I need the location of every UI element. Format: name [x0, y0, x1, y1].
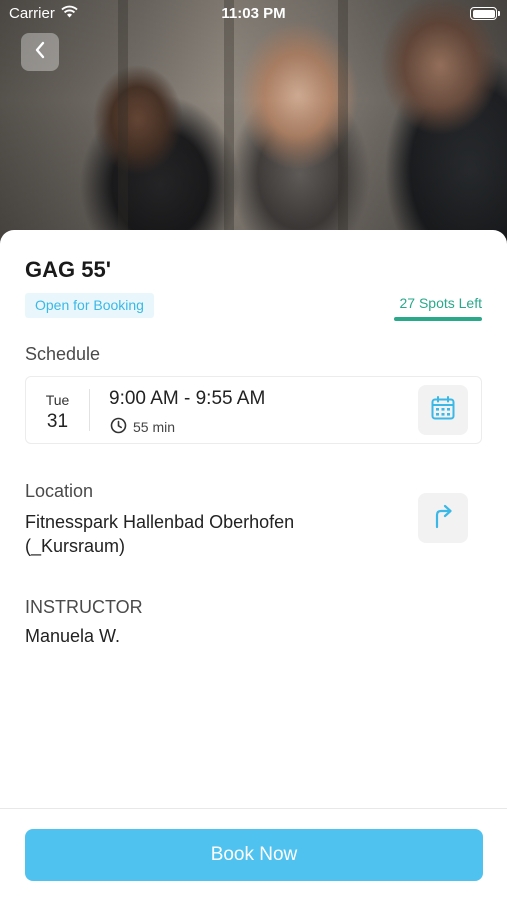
- turn-right-arrow-icon: [431, 503, 455, 534]
- spots-left-indicator: 27 Spots Left: [394, 295, 482, 321]
- schedule-label: Schedule: [25, 344, 101, 364]
- date-block: Tue 31: [26, 377, 89, 443]
- divider: [89, 389, 90, 431]
- add-to-calendar-button[interactable]: [418, 385, 468, 435]
- clock-icon: [110, 417, 127, 437]
- battery-icon: [470, 7, 500, 20]
- instructor-label: INSTRUCTOR: [25, 597, 143, 617]
- day-number: 31: [46, 411, 69, 432]
- location-label: Location: [25, 481, 94, 501]
- photo-detail: [338, 0, 348, 230]
- footer-divider: [0, 808, 507, 809]
- class-details-card: GAG 55' Open for Booking 27 Spots Left S…: [0, 230, 507, 900]
- status-time: 11:03 PM: [221, 5, 286, 22]
- class-title: GAG 55': [25, 257, 111, 282]
- spots-left-label: 27 Spots Left: [399, 295, 482, 311]
- hero-photo: [0, 0, 507, 250]
- instructor-name: Manuela W.: [25, 626, 121, 646]
- photo-detail: [224, 0, 234, 230]
- spots-progress-bar: [394, 317, 482, 321]
- location-name: Fitnesspark Hallenbad Oberhofen (_Kursra…: [25, 512, 295, 556]
- time-range: 9:00 AM - 9:55 AM: [109, 388, 266, 409]
- photo-detail: [118, 0, 128, 230]
- schedule-card: Tue 31 9:00 AM - 9:55 AM 55 min: [25, 376, 482, 444]
- weekday: Tue: [45, 392, 70, 408]
- duration-label: 55 min: [133, 419, 176, 435]
- calendar-icon: [430, 395, 456, 426]
- duration: 55 min: [110, 417, 175, 437]
- back-button[interactable]: [21, 33, 59, 71]
- status-bar: Carrier 11:03 PM: [0, 0, 507, 28]
- booking-status-badge: Open for Booking: [25, 293, 154, 318]
- chevron-left-icon: [34, 41, 46, 64]
- directions-button[interactable]: [418, 493, 468, 543]
- book-now-button[interactable]: Book Now: [25, 829, 483, 881]
